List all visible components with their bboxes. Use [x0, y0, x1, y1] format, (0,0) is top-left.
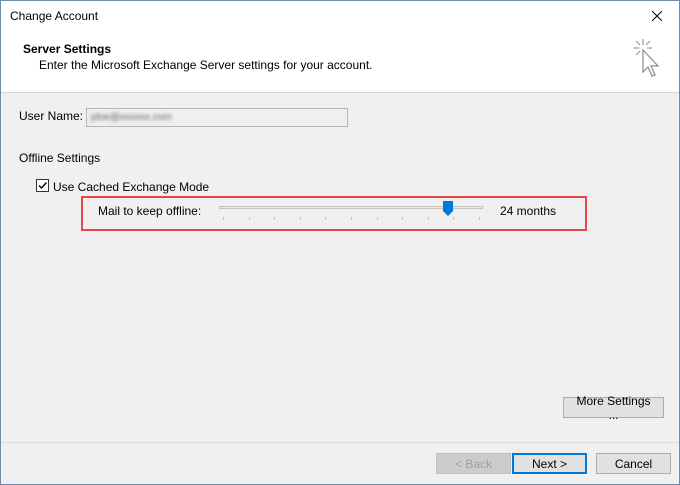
slider-tick [249, 217, 250, 220]
cancel-button[interactable]: Cancel [596, 453, 671, 474]
change-account-dialog: Change Account Server Settings Enter the… [0, 0, 680, 485]
window-title: Change Account [10, 9, 99, 23]
user-name-label: User Name: [19, 109, 84, 123]
slider-tick [453, 217, 454, 220]
slider-tick [377, 217, 378, 220]
slider-tick [223, 217, 224, 220]
mail-offline-value: 24 months [500, 204, 557, 218]
slider-tick [300, 217, 301, 220]
checkmark-icon [38, 182, 48, 190]
page-title: Server Settings [23, 42, 112, 56]
mail-offline-label: Mail to keep offline: [98, 204, 202, 218]
title-bar: Change Account [1, 1, 679, 31]
offline-settings-heading: Offline Settings [19, 151, 101, 165]
more-settings-button[interactable]: More Settings ... [563, 394, 664, 422]
cursor-sparkle-icon [634, 39, 660, 77]
slider-tick [479, 217, 480, 220]
slider-tick [428, 217, 429, 220]
close-icon [652, 11, 662, 21]
footer-divider [1, 442, 679, 443]
mail-offline-slider-thumb[interactable] [443, 201, 453, 216]
close-button[interactable] [635, 1, 679, 31]
back-button[interactable]: < Back [436, 453, 511, 474]
cached-mode-checkbox[interactable] [36, 179, 49, 192]
slider-tick [274, 217, 275, 220]
user-name-field[interactable]: jdoe@xxxxxx.com [86, 108, 348, 127]
slider-tick [351, 217, 352, 220]
next-button[interactable]: Next > [512, 453, 587, 474]
page-subtitle: Enter the Microsoft Exchange Server sett… [39, 58, 373, 72]
slider-tick [402, 217, 403, 220]
slider-tick [325, 217, 326, 220]
header-panel: Server Settings Enter the Microsoft Exch… [1, 31, 679, 93]
user-name-value: jdoe@xxxxxx.com [91, 112, 172, 123]
cached-mode-label[interactable]: Use Cached Exchange Mode [53, 180, 209, 194]
